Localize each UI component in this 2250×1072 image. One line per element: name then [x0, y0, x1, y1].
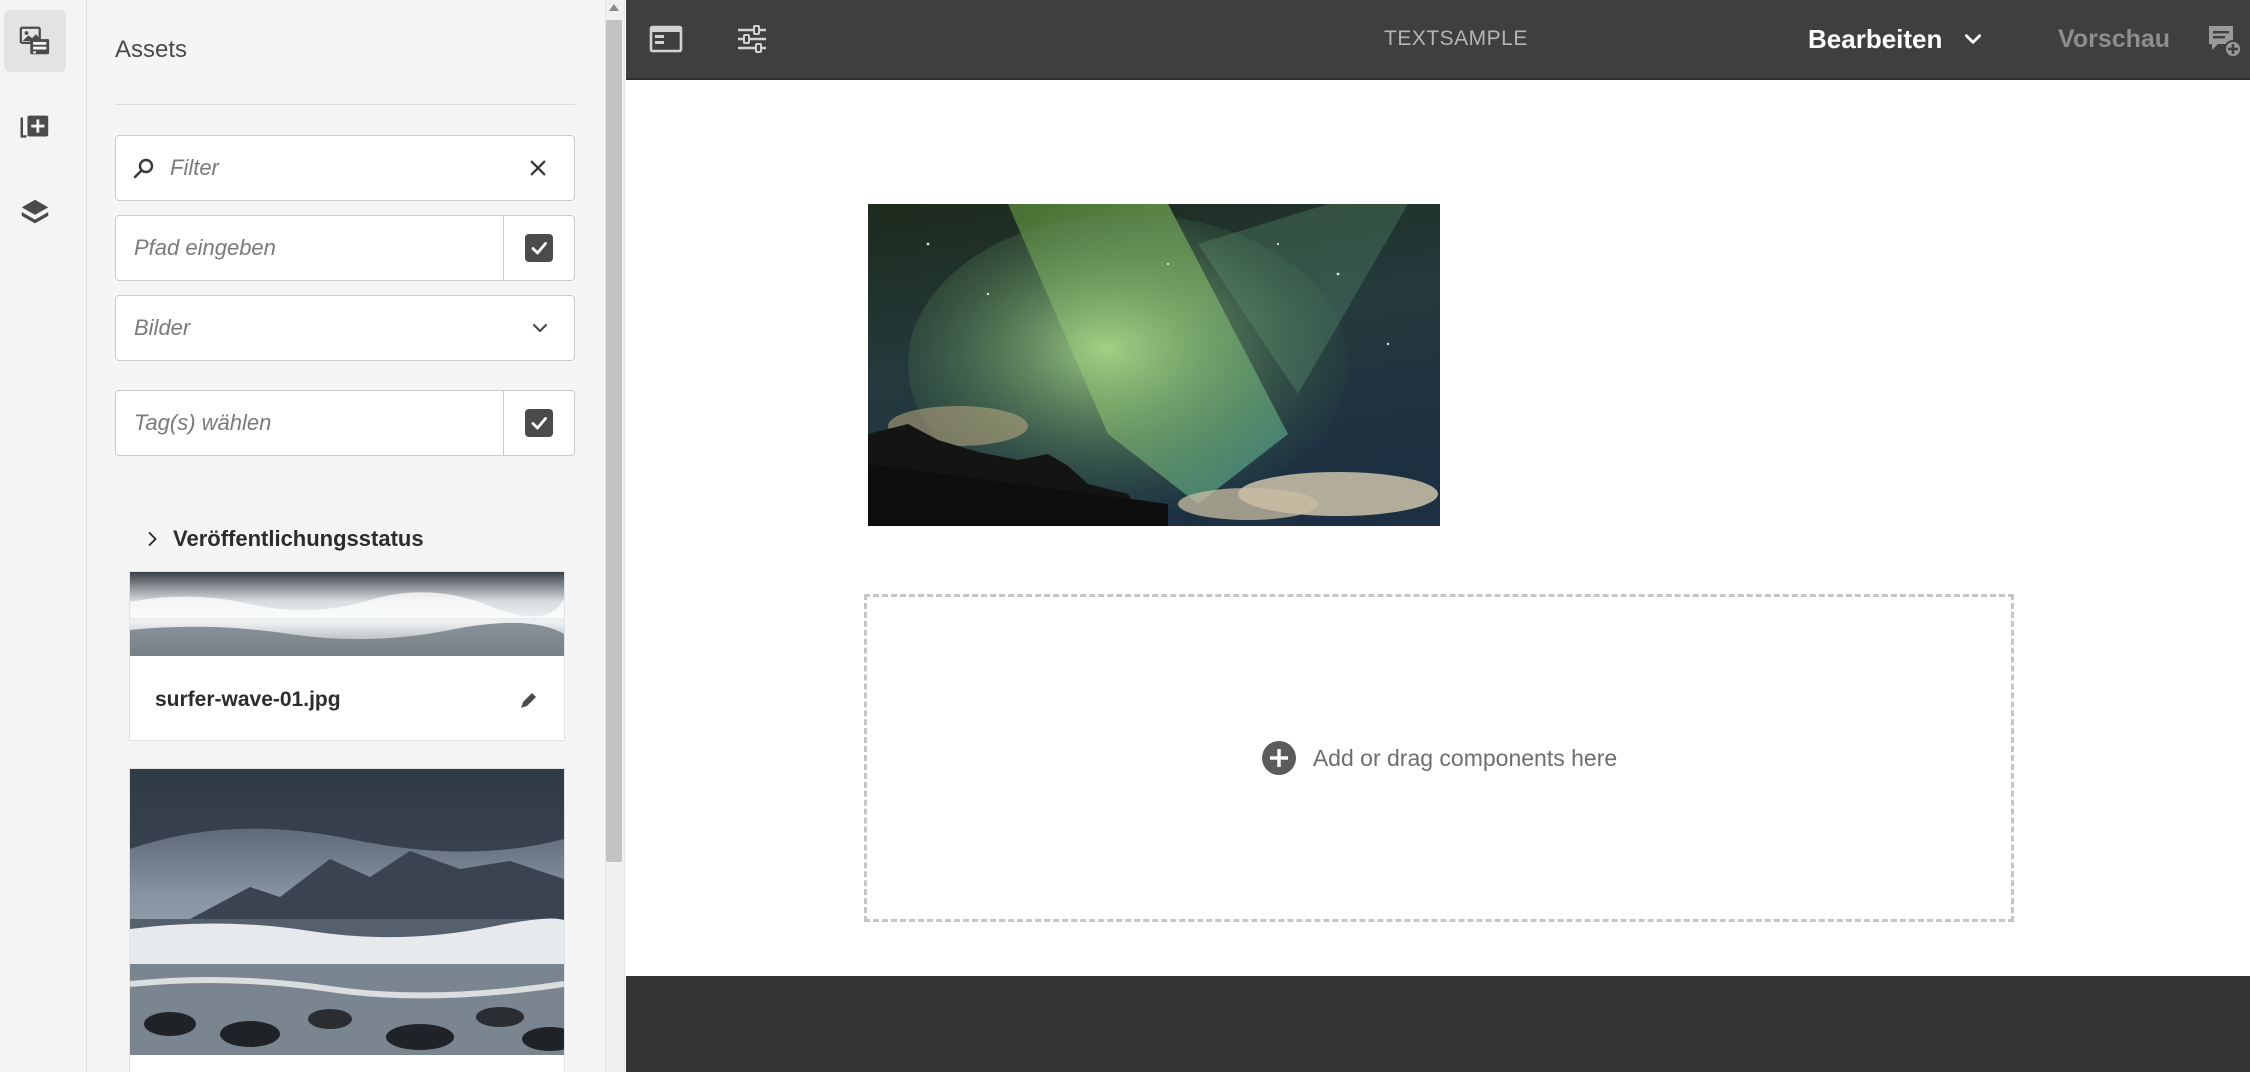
panel-divider [115, 104, 575, 105]
edit-icon[interactable] [518, 689, 540, 711]
rail-assets-button[interactable] [4, 10, 66, 72]
asset-thumbnail-stormy-coast [130, 769, 564, 1055]
chevron-down-icon[interactable] [1962, 28, 1984, 50]
check-icon [525, 409, 553, 437]
rail-components-button[interactable] [4, 96, 66, 158]
asset-name: surfer-wave-01.jpg [155, 688, 341, 711]
publication-status-label: Veröffentlichungsstatus [173, 526, 424, 551]
chevron-down-icon [532, 323, 548, 333]
mode-selector-button[interactable]: Bearbeiten [1808, 0, 1942, 78]
clear-filter-button[interactable] [524, 154, 552, 182]
dropzone-label: Add or drag components here [1312, 744, 1618, 771]
component-dropzone[interactable]: Add or drag components here [864, 594, 2014, 922]
tags-select-button[interactable] [503, 391, 574, 455]
filter-input[interactable]: Filter [170, 136, 219, 200]
toggle-side-panel-icon[interactable] [648, 21, 684, 57]
components-icon [20, 115, 49, 138]
asset-card[interactable] [130, 769, 564, 1072]
chevron-right-icon [148, 532, 157, 546]
close-icon [530, 160, 546, 176]
add-circle-icon [1261, 741, 1296, 775]
asset-type-select[interactable]: Bilder [115, 295, 575, 361]
editor-topbar: TEXTSAMPLE Bearbeiten Vorschau [626, 0, 2250, 80]
content-tree-icon [21, 199, 49, 224]
assets-icon [19, 26, 50, 55]
check-icon [525, 234, 553, 262]
asset-card[interactable]: surfer-wave-01.jpg [130, 572, 564, 740]
scroll-up-arrow-icon[interactable] [609, 4, 619, 11]
preview-button[interactable]: Vorschau [2058, 0, 2170, 78]
tags-input[interactable]: Tag(s) wählen [134, 391, 271, 455]
publication-status-toggle[interactable]: Veröffentlichungsstatus [147, 524, 424, 554]
asset-type-value: Bilder [134, 315, 191, 340]
path-select-button[interactable] [503, 216, 574, 280]
asset-thumbnail-surfer-wave [130, 572, 564, 656]
aurora-image-component[interactable] [868, 204, 1440, 526]
path-input[interactable]: Pfad eingeben [134, 216, 276, 280]
add-annotation-icon[interactable] [2206, 22, 2242, 58]
filter-field[interactable]: Filter [115, 135, 575, 201]
tags-field: Tag(s) wählen [115, 390, 575, 456]
path-field: Pfad eingeben [115, 215, 575, 281]
assets-panel: Assets Filter Pfad eingeben Bilder Tag(s… [87, 0, 605, 1072]
editor-footer [626, 976, 2250, 1072]
rail-content-tree-button[interactable] [4, 182, 66, 244]
panel-scrollbar-thumb[interactable] [606, 20, 622, 862]
search-icon [133, 158, 154, 179]
page-properties-icon[interactable] [734, 21, 770, 57]
page-title: TEXTSAMPLE [1384, 27, 1528, 50]
panel-title: Assets [115, 36, 188, 63]
side-rail [0, 0, 87, 1072]
